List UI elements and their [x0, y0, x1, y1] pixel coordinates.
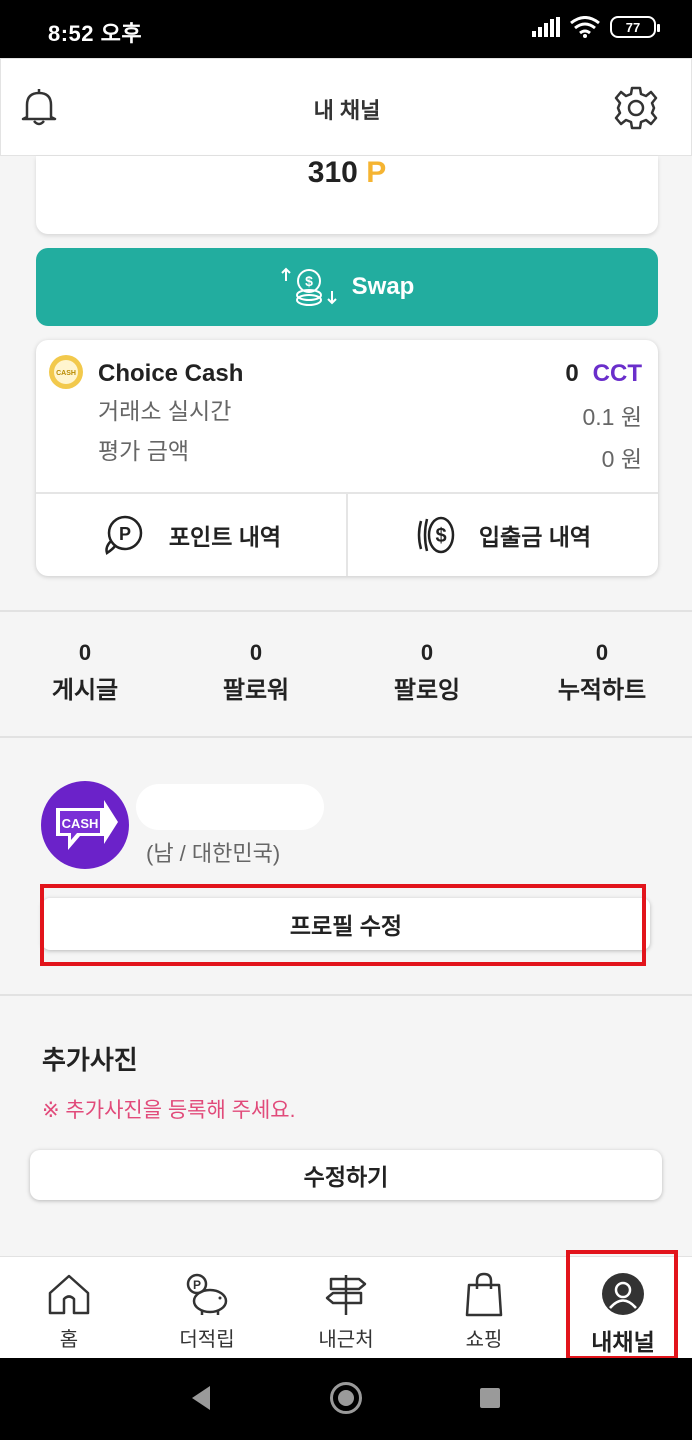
- home-icon: [48, 1274, 90, 1315]
- svg-text:$: $: [435, 525, 446, 547]
- stat-label: 게시글: [51, 677, 119, 704]
- cct-coin-icon: CASH: [49, 355, 83, 389]
- stat-label: 누적하트: [557, 677, 647, 704]
- stat-posts[interactable]: 0 게시글: [10, 640, 160, 705]
- svg-text:P: P: [119, 524, 131, 544]
- nav-label: 쇼핑: [465, 1329, 503, 1351]
- choice-cash-card: CASH Choice Cash 0 CCT 거래소 실시간 0.1 원 평가 금…: [36, 340, 658, 576]
- status-bar: 8:52 오후 77: [0, 0, 692, 58]
- realtime-label: 거래소 실시간: [98, 398, 232, 424]
- deposit-history-label: 입출금 내역: [478, 524, 592, 550]
- section-divider: [0, 610, 692, 612]
- battery-level: 77: [625, 19, 641, 35]
- svg-text:CASH: CASH: [56, 370, 76, 377]
- profile-meta: (남 / 대한민국): [146, 841, 281, 866]
- deposit-history-button[interactable]: $ 입출금 내역: [346, 494, 658, 576]
- nav-label: 더적립: [179, 1329, 235, 1351]
- profile-name-redacted: [136, 784, 324, 830]
- stat-value: 0: [420, 640, 434, 665]
- highlight-box: [40, 884, 646, 966]
- section-divider: [0, 994, 692, 996]
- edit-extra-photos-button[interactable]: 수정하기: [30, 1150, 662, 1200]
- avatar-logo-text: CASH: [62, 816, 99, 831]
- cct-name: Choice Cash: [98, 360, 244, 387]
- stat-value: 0: [249, 640, 263, 665]
- signal-icon: [532, 17, 560, 37]
- signpost-icon: [325, 1275, 367, 1315]
- stat-followers[interactable]: 0 팔로워: [181, 640, 331, 705]
- svg-text:P: P: [193, 1278, 201, 1292]
- nav-label: 홈: [59, 1329, 79, 1351]
- section-divider: [0, 736, 692, 738]
- points-unit: P: [366, 156, 387, 189]
- cct-actions: P 포인트 내역 $ 입출금 내역: [36, 492, 658, 576]
- point-history-label: 포인트 내역: [168, 524, 282, 550]
- swap-coins-icon: $: [280, 267, 337, 306]
- page-title: 내 채널: [313, 98, 381, 123]
- cct-balance: 0 CCT: [565, 360, 642, 388]
- stat-hearts[interactable]: 0 누적하트: [527, 640, 677, 705]
- points-amount: 310 P: [36, 156, 658, 190]
- swap-label: Swap: [351, 273, 415, 300]
- shopping-bag-icon: [465, 1272, 503, 1317]
- points-card: 310 P: [36, 156, 658, 234]
- nav-item-earn[interactable]: P 더적립: [138, 1257, 276, 1357]
- cct-balance-value: 0: [565, 360, 579, 387]
- svg-text:$: $: [305, 273, 313, 289]
- profile-avatar-cash-logo[interactable]: CASH: [40, 780, 130, 870]
- status-icons: 77: [532, 16, 660, 38]
- point-speech-icon: P: [105, 515, 143, 555]
- swap-button[interactable]: $ Swap: [36, 248, 658, 326]
- nav-label: 내근처: [318, 1329, 374, 1351]
- stat-value: 0: [595, 640, 609, 665]
- extra-photos-title: 추가사진: [42, 1045, 138, 1075]
- channel-stats: 0 게시글 0 팔로워 0 팔로잉 0 누적하트: [0, 640, 692, 710]
- point-history-button[interactable]: P 포인트 내역: [36, 494, 346, 576]
- points-value: 310: [307, 156, 358, 189]
- gear-icon[interactable]: [613, 85, 659, 131]
- recents-icon[interactable]: [480, 1388, 500, 1408]
- nav-item-shopping[interactable]: 쇼핑: [415, 1257, 553, 1357]
- stat-value: 0: [78, 640, 92, 665]
- system-nav-bar: [0, 1358, 692, 1440]
- highlight-box: [566, 1250, 678, 1360]
- valuation-label: 평가 금액: [98, 438, 190, 464]
- stat-label: 팔로워: [222, 677, 290, 704]
- status-time: 8:52 오후: [48, 21, 143, 46]
- nav-item-home[interactable]: 홈: [0, 1257, 138, 1357]
- back-icon[interactable]: [192, 1386, 210, 1410]
- nav-item-nearby[interactable]: 내근처: [277, 1257, 415, 1357]
- app-header: 내 채널: [0, 58, 692, 156]
- stat-following[interactable]: 0 팔로잉: [352, 640, 502, 705]
- stat-label: 팔로잉: [393, 677, 461, 704]
- valuation-value: 0 원: [601, 446, 642, 472]
- cct-symbol: CCT: [592, 360, 642, 387]
- money-icon: $: [417, 516, 455, 554]
- home-button-icon[interactable]: [330, 1382, 362, 1414]
- realtime-value: 0.1 원: [582, 404, 642, 430]
- wifi-icon: [570, 16, 600, 38]
- piggy-bank-icon: P: [186, 1273, 228, 1315]
- extra-photos-note: ※ 추가사진을 등록해 주세요.: [42, 1099, 296, 1122]
- battery-icon: 77: [610, 16, 660, 38]
